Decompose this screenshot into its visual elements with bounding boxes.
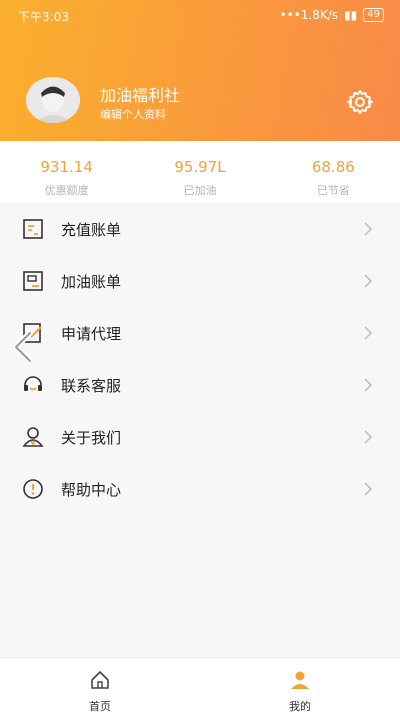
stat-value: 931.14 <box>40 158 93 176</box>
menu-item-fuel-bill[interactable]: 加油账单 <box>0 255 400 307</box>
menu-item-label: 关于我们 <box>61 428 122 447</box>
stat-label: 优惠额度 <box>44 184 89 197</box>
stat-fueled[interactable]: 95.97L 已加油 <box>133 141 266 203</box>
chevron-right-icon <box>364 378 373 392</box>
tab-label: 首页 <box>89 700 111 713</box>
edit-profile-link[interactable]: 编辑个人资料 <box>100 106 166 122</box>
stat-saved[interactable]: 68.86 已节省 <box>267 141 400 203</box>
menu-item-recharge-bill[interactable]: 充值账单 <box>0 203 400 255</box>
profile-name[interactable]: 加油福利社 <box>100 82 180 106</box>
headset-icon <box>24 376 42 391</box>
stat-value: 68.86 <box>311 158 355 176</box>
chevron-right-icon <box>364 274 373 288</box>
fuel-bill-icon <box>23 271 43 291</box>
network-speed: •••1.8K/s <box>279 8 339 22</box>
stat-label: 已加油 <box>183 184 217 197</box>
menu-item-apply-agent[interactable]: 申请代理 <box>0 307 400 359</box>
home-icon <box>91 671 109 689</box>
menu-item-label: 联系客服 <box>61 376 122 395</box>
chevron-right-icon <box>364 430 373 444</box>
menu-item-label: 申请代理 <box>61 324 122 343</box>
menu-item-about-us[interactable]: 关于我们 <box>0 411 400 463</box>
menu-item-label: 充值账单 <box>61 220 122 239</box>
menu-item-contact-service[interactable]: 联系客服 <box>0 359 400 411</box>
tab-mine[interactable]: 我的 <box>200 658 400 714</box>
menu-item-help-center[interactable]: 帮助中心 <box>0 463 400 515</box>
info-icon <box>23 479 43 499</box>
stat-label: 已节省 <box>316 184 350 197</box>
stats-bar: 931.14 优惠额度 95.97L 已加油 68.86 已节省 <box>0 141 400 203</box>
signal-icon: ▮▮ <box>344 8 358 22</box>
person-icon <box>22 427 44 447</box>
battery-indicator: 49 <box>363 8 384 22</box>
stat-value: 95.97L <box>174 158 226 176</box>
back-gesture-arrow-icon[interactable] <box>10 330 36 364</box>
avatar-person-icon <box>26 77 80 123</box>
chevron-right-icon <box>364 222 373 236</box>
status-right: •••1.8K/s ▮▮ 49 <box>280 8 384 22</box>
tab-label: 我的 <box>289 700 311 713</box>
status-bar: 下午3:03 •••1.8K/s ▮▮ 49 <box>0 0 400 30</box>
stat-discount[interactable]: 931.14 优惠额度 <box>0 141 133 203</box>
bottom-tab-bar: 首页 我的 <box>0 657 400 714</box>
status-time: 下午3:03 <box>18 10 69 24</box>
avatar[interactable] <box>26 77 80 123</box>
bill-icon <box>23 219 43 239</box>
tab-home[interactable]: 首页 <box>0 658 200 714</box>
chevron-right-icon <box>364 326 373 340</box>
menu-item-label: 加油账单 <box>61 272 122 291</box>
menu-list: 充值账单 加油账单 申请代理 联系客服 关于我们 帮助中心 <box>0 203 400 515</box>
gear-icon[interactable] <box>346 88 374 116</box>
chevron-right-icon <box>364 482 373 496</box>
user-icon <box>291 671 309 689</box>
menu-item-label: 帮助中心 <box>61 480 122 499</box>
